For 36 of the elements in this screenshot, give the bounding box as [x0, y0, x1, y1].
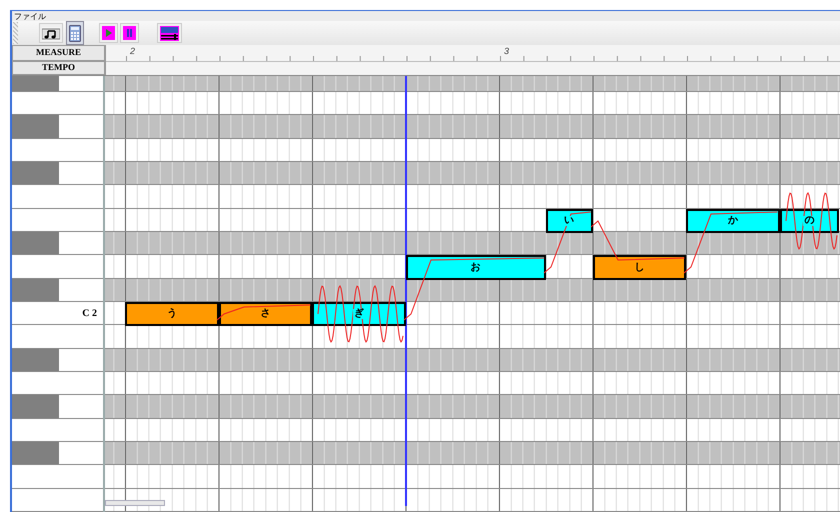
- playhead-line[interactable]: [404, 76, 406, 506]
- measure-ruler[interactable]: 2 3: [106, 45, 840, 61]
- note-block[interactable]: う: [125, 302, 218, 326]
- note-lyric: お: [470, 262, 482, 272]
- play-icon: [102, 26, 115, 40]
- tempo-label: TEMPO: [12, 61, 105, 75]
- pause-button[interactable]: [120, 23, 139, 43]
- calculator-button[interactable]: [66, 21, 84, 45]
- note-block[interactable]: ぎ: [312, 302, 406, 326]
- note-block[interactable]: さ: [218, 302, 312, 326]
- measure-label: MEASURE: [12, 45, 105, 61]
- note-lyric: さ: [259, 309, 272, 319]
- sliders-icon: [160, 26, 179, 40]
- key-label: C 2: [82, 307, 97, 321]
- menu-item[interactable]: ファイル: [14, 13, 46, 21]
- measure-number: 3: [504, 45, 510, 57]
- notes-button[interactable]: [39, 23, 63, 43]
- note-block[interactable]: い: [546, 209, 592, 233]
- note-lyric: い: [563, 216, 576, 226]
- note-block[interactable]: の: [780, 209, 839, 233]
- measure-number: 2: [130, 45, 136, 57]
- note-lyric: か: [726, 216, 739, 226]
- note-block[interactable]: し: [592, 255, 686, 280]
- note-lyric: ぎ: [352, 309, 365, 319]
- note-block[interactable]: お: [406, 255, 546, 280]
- note-lyric: の: [803, 216, 816, 226]
- note-lyric: し: [633, 262, 646, 272]
- calculator-icon: [69, 24, 81, 42]
- horizontal-scrollbar[interactable]: [105, 500, 165, 506]
- note-block[interactable]: か: [686, 209, 780, 233]
- pause-icon: [123, 26, 136, 40]
- note-lyric: う: [166, 309, 178, 319]
- toolbar-grip[interactable]: [13, 22, 18, 44]
- mixer-button[interactable]: [157, 23, 182, 43]
- play-button[interactable]: [99, 23, 118, 43]
- music-notes-icon: [42, 26, 60, 40]
